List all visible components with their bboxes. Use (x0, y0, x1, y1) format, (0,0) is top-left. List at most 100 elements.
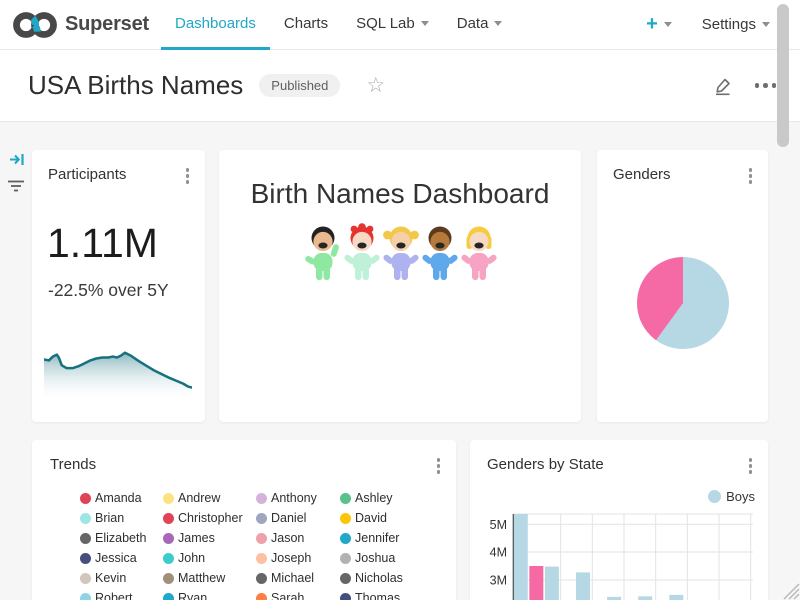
participants-trendline-chart (44, 344, 192, 402)
legend-item[interactable]: Brian (80, 508, 163, 528)
legend-item[interactable]: Jessica (80, 548, 163, 568)
edit-pencil-icon[interactable] (713, 76, 733, 96)
kebab-menu-icon[interactable] (434, 455, 444, 477)
dashboard-grid: Participants 1.11M -22.5% over 5Y Birth … (0, 122, 800, 600)
legend-dot-icon (163, 493, 174, 504)
svg-text:5M: 5M (490, 518, 507, 532)
legend-dot-icon (340, 513, 351, 524)
trends-legend: AmandaAndrewAnthonyAshley BrianChristophe… (32, 488, 456, 600)
legend-dot-icon (163, 573, 174, 584)
chart-title[interactable]: Genders (613, 166, 671, 183)
favorite-star-icon[interactable]: ☆ (366, 75, 385, 96)
nav-item-dashboards[interactable]: Dashboards (161, 0, 270, 50)
markdown-card: Birth Names Dashboard (219, 150, 581, 422)
legend-item[interactable]: Anthony (256, 488, 340, 508)
legend-dot-icon (163, 593, 174, 600)
legend-dot-icon (80, 593, 91, 600)
legend-dot-icon (340, 533, 351, 544)
legend-item[interactable]: Elizabeth (80, 528, 163, 548)
main-nav: Dashboards Charts SQL Lab Data (161, 0, 516, 50)
big-number-value: 1.11M (47, 220, 158, 267)
chart-card-trends: Trends AmandaAndrewAnthonyAshley BrianChr… (32, 440, 456, 600)
legend-item[interactable]: Ashley (340, 488, 456, 508)
legend-dot-icon (256, 513, 267, 524)
page-title[interactable]: USA Births Names (28, 70, 243, 101)
big-number-subheader: -22.5% over 5Y (48, 280, 169, 301)
legend-item[interactable]: Robert (80, 588, 163, 600)
legend-dot-icon (80, 493, 91, 504)
dashboard-header: USA Births Names Published ☆ (0, 50, 800, 122)
legend-item[interactable]: Andrew (163, 488, 256, 508)
legend-item[interactable]: Christopher (163, 508, 256, 528)
legend-item[interactable]: Jennifer (340, 528, 456, 548)
more-options-icon[interactable] (755, 83, 777, 88)
legend-item[interactable]: Amanda (80, 488, 163, 508)
legend-dot-icon (340, 593, 351, 600)
chevron-down-icon (664, 22, 672, 27)
legend-dot-icon (256, 493, 267, 504)
superset-infinity-icon (12, 10, 58, 40)
chart-card-participants: Participants 1.11M -22.5% over 5Y (32, 150, 205, 422)
legend-item[interactable]: Nicholas (340, 568, 456, 588)
svg-text:3M: 3M (490, 574, 507, 588)
chart-title[interactable]: Genders by State (487, 456, 604, 473)
navbar-right: + Settings (646, 13, 784, 36)
nav-item-data[interactable]: Data (443, 0, 517, 50)
brand-name: Superset (65, 13, 149, 36)
nav-item-charts[interactable]: Charts (270, 0, 342, 50)
legend-item[interactable]: David (340, 508, 456, 528)
legend-dot-icon (256, 593, 267, 600)
legend-item[interactable]: Thomas (340, 588, 456, 600)
legend-item[interactable]: Joseph (256, 548, 340, 568)
legend-dot-icon (80, 573, 91, 584)
scrollbar-thumb[interactable] (777, 4, 789, 147)
children-illustration (303, 222, 498, 282)
header-actions (713, 76, 777, 96)
kebab-menu-icon[interactable] (183, 165, 193, 187)
legend-dot-icon (340, 573, 351, 584)
kebab-menu-icon[interactable] (746, 165, 756, 187)
legend-dot-icon (340, 553, 351, 564)
nav-item-sql-lab[interactable]: SQL Lab (342, 0, 443, 50)
settings-menu[interactable]: Settings (702, 16, 770, 33)
plus-icon: + (646, 13, 658, 35)
chart-title[interactable]: Trends (50, 456, 96, 473)
genders-pie-chart[interactable] (637, 257, 729, 349)
filter-icon[interactable] (7, 179, 25, 199)
legend-item[interactable]: Joshua (340, 548, 456, 568)
legend-item[interactable]: James (163, 528, 256, 548)
legend-dot-icon (340, 493, 351, 504)
kebab-menu-icon[interactable] (746, 455, 756, 477)
chevron-down-icon (494, 21, 502, 26)
legend-item[interactable]: Daniel (256, 508, 340, 528)
navbar: Superset Dashboards Charts SQL Lab Data … (0, 0, 800, 50)
legend-dot-icon (256, 573, 267, 584)
legend-item[interactable]: Michael (256, 568, 340, 588)
legend-dot-icon (80, 513, 91, 524)
legend-dot-icon (80, 553, 91, 564)
superset-app: Superset Dashboards Charts SQL Lab Data … (0, 0, 800, 600)
chevron-down-icon (421, 21, 429, 26)
superset-logo[interactable]: Superset (12, 10, 149, 40)
markdown-heading: Birth Names Dashboard (219, 178, 581, 210)
legend-item[interactable]: Ryan (163, 588, 256, 600)
genders-by-state-bar-chart[interactable]: 5M 4M 3M (470, 500, 768, 600)
chart-card-genders: Genders (597, 150, 768, 422)
chart-title[interactable]: Participants (48, 166, 126, 183)
legend-dot-icon (163, 513, 174, 524)
expand-filter-bar-icon[interactable] (9, 151, 26, 173)
legend-item[interactable]: Jason (256, 528, 340, 548)
new-item-button[interactable]: + (646, 13, 672, 36)
legend-dot-icon (163, 553, 174, 564)
legend-dot-icon (80, 533, 91, 544)
legend-item[interactable]: John (163, 548, 256, 568)
legend-dot-icon (163, 533, 174, 544)
legend-item[interactable]: Matthew (163, 568, 256, 588)
chart-card-genders-by-state: Genders by State Boys 5M4M3M (470, 440, 768, 600)
resize-grip-icon[interactable] (778, 578, 800, 600)
legend-item[interactable]: Kevin (80, 568, 163, 588)
legend-item[interactable]: Sarah (256, 588, 340, 600)
svg-text:4M: 4M (490, 546, 507, 560)
legend-dot-icon (256, 533, 267, 544)
published-badge[interactable]: Published (259, 74, 340, 97)
